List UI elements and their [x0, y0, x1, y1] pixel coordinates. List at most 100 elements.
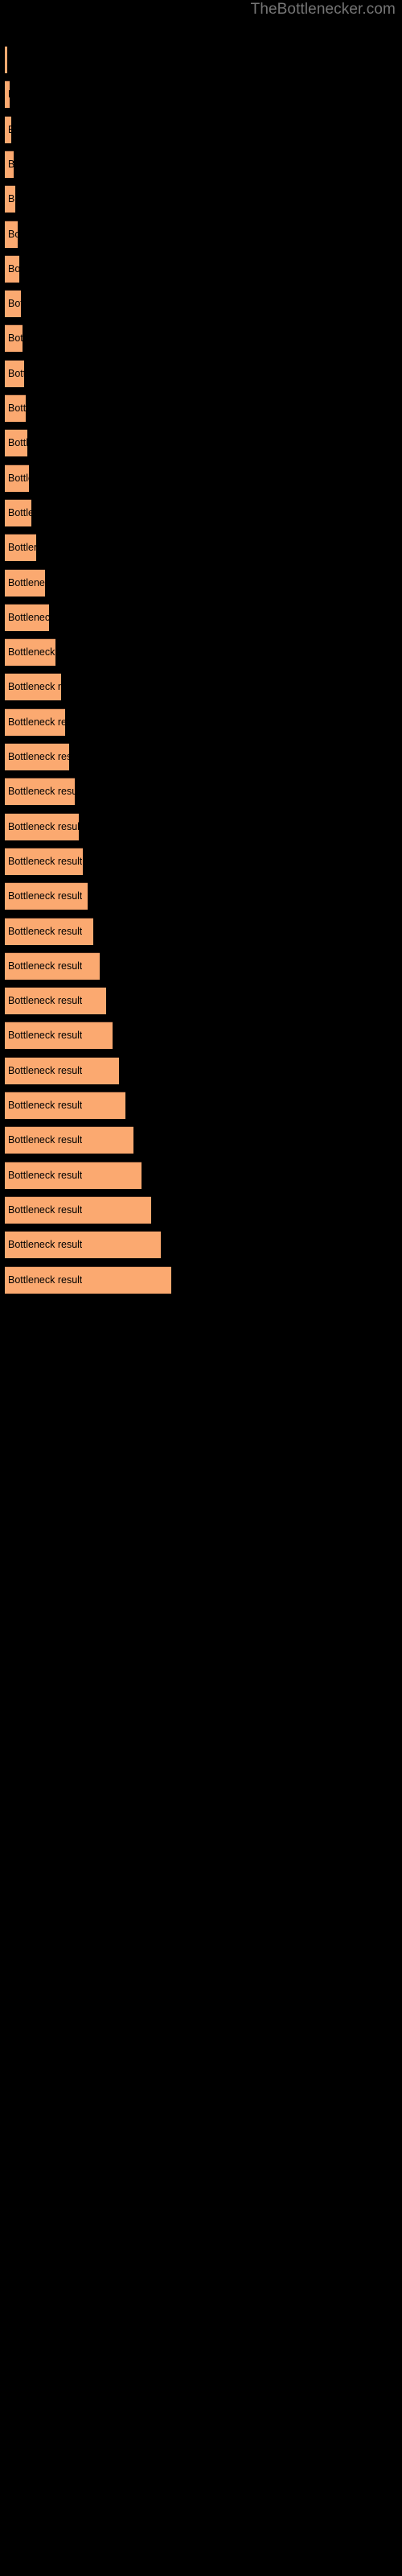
bar-row[interactable]: Bottleneck result: [0, 1126, 402, 1154]
bar-fill: [5, 1195, 151, 1224]
bar-fill: [5, 743, 69, 770]
bar[interactable]: Bottleneck result: [5, 743, 69, 770]
bar-row[interactable]: Bottleneck result: [0, 254, 402, 283]
bar[interactable]: Bottleneck result: [5, 603, 49, 631]
bar[interactable]: Bottleneck result: [5, 987, 106, 1015]
bar[interactable]: Bottleneck result: [5, 185, 15, 213]
bar-row[interactable]: Bottleneck result: [0, 638, 402, 667]
bar[interactable]: Bottleneck result: [5, 568, 45, 597]
bar[interactable]: Bottleneck result: [5, 1265, 171, 1294]
bar-fill: [5, 534, 36, 562]
bar[interactable]: Bottleneck result: [5, 498, 31, 526]
bar[interactable]: Bottleneck result: [5, 1092, 125, 1119]
bar-row[interactable]: Bottleneck result: [0, 534, 402, 562]
bar-fill: [5, 185, 15, 213]
bar[interactable]: Bottleneck result: [5, 673, 61, 701]
bar[interactable]: Bottleneck result: [5, 1161, 142, 1189]
bar-fill: [5, 987, 106, 1015]
bar-row[interactable]: Bottleneck result: [0, 324, 402, 353]
bar[interactable]: Bottleneck result: [5, 1022, 113, 1050]
bar[interactable]: Bottleneck result: [5, 812, 79, 840]
bar-fill: [5, 1231, 161, 1259]
bar[interactable]: Bottleneck result: [5, 847, 83, 875]
bar-fill: [5, 1056, 119, 1084]
bar[interactable]: Bottleneck result: [5, 1231, 161, 1259]
bar-fill: [5, 46, 7, 73]
bar-row[interactable]: Bottleneck result: [0, 46, 402, 73]
bar-row[interactable]: Bottleneck result: [0, 150, 402, 178]
bar-row[interactable]: Bottleneck result: [0, 290, 402, 318]
bar-fill: [5, 429, 27, 457]
bar[interactable]: Bottleneck result: [5, 46, 7, 73]
bar[interactable]: Bottleneck result: [5, 254, 19, 283]
bar-series: Bottleneck result Bottleneck result Bottle…: [0, 0, 402, 2576]
bar-row[interactable]: Bottleneck result: [0, 952, 402, 980]
bar-fill: [5, 638, 55, 667]
bar-row[interactable]: Bottleneck result: [0, 743, 402, 770]
bar-row[interactable]: Bottleneck result: [0, 394, 402, 422]
bar-row[interactable]: Bottleneck result: [0, 185, 402, 213]
bar-row[interactable]: Bottleneck result: [0, 568, 402, 597]
bar-fill: [5, 80, 10, 109]
bar[interactable]: Bottleneck result: [5, 115, 11, 143]
bar[interactable]: Bottleneck result: [5, 324, 23, 353]
bar[interactable]: Bottleneck result: [5, 778, 75, 806]
bar-row[interactable]: Bottleneck result: [0, 115, 402, 143]
bar[interactable]: Bottleneck result: [5, 708, 65, 736]
bar-fill: [5, 778, 75, 806]
bar[interactable]: Bottleneck result: [5, 1126, 133, 1154]
bar[interactable]: Bottleneck result: [5, 359, 24, 387]
bar-row[interactable]: Bottleneck result: [0, 1231, 402, 1259]
bar-fill: [5, 568, 45, 597]
bar-row[interactable]: Bottleneck result: [0, 1161, 402, 1189]
bar-fill: [5, 290, 21, 318]
bar-row[interactable]: Bottleneck result: [0, 847, 402, 875]
bar-row[interactable]: Bottleneck result: [0, 1056, 402, 1084]
bar[interactable]: Bottleneck result: [5, 1056, 119, 1084]
bar-row[interactable]: Bottleneck result: [0, 1092, 402, 1119]
bar-fill: [5, 882, 88, 910]
bar[interactable]: Bottleneck result: [5, 220, 18, 248]
bar-fill: [5, 498, 31, 526]
bar[interactable]: Bottleneck result: [5, 917, 93, 945]
bar-row[interactable]: Bottleneck result: [0, 80, 402, 109]
bar[interactable]: Bottleneck result: [5, 150, 14, 178]
bar-row[interactable]: Bottleneck result: [0, 603, 402, 631]
bar-fill: [5, 603, 49, 631]
bar-fill: [5, 464, 29, 492]
bar[interactable]: Bottleneck result: [5, 429, 27, 457]
bar-fill: [5, 1126, 133, 1154]
bar-row[interactable]: Bottleneck result: [0, 673, 402, 701]
bar-row[interactable]: Bottleneck result: [0, 778, 402, 806]
bar-row[interactable]: Bottleneck result: [0, 498, 402, 526]
bar-row[interactable]: Bottleneck result: [0, 708, 402, 736]
bar[interactable]: Bottleneck result: [5, 80, 10, 109]
bar-fill: [5, 150, 14, 178]
bar-row[interactable]: Bottleneck result: [0, 917, 402, 945]
bar-fill: [5, 952, 100, 980]
bar-fill: [5, 812, 79, 840]
bar-fill: [5, 1161, 142, 1189]
bar[interactable]: Bottleneck result: [5, 882, 88, 910]
bar-row[interactable]: Bottleneck result: [0, 220, 402, 248]
bar-row[interactable]: Bottleneck result: [0, 1195, 402, 1224]
bar-row[interactable]: Bottleneck result: [0, 1265, 402, 1294]
bar[interactable]: Bottleneck result: [5, 464, 29, 492]
bar-row[interactable]: Bottleneck result: [0, 464, 402, 492]
bar[interactable]: Bottleneck result: [5, 638, 55, 667]
bar-fill: [5, 1265, 171, 1294]
bar[interactable]: Bottleneck result: [5, 394, 26, 422]
chart-root: TheBottlenecker.com Bottleneck resultBot…: [0, 0, 402, 2576]
bar-row[interactable]: Bottleneck result: [0, 429, 402, 457]
bar[interactable]: Bottleneck result: [5, 290, 21, 318]
bar-row[interactable]: Bottleneck result: [0, 1022, 402, 1050]
bar-row[interactable]: Bottleneck result: [0, 987, 402, 1015]
bar[interactable]: Bottleneck result: [5, 952, 100, 980]
bar-fill: [5, 1092, 125, 1119]
bar[interactable]: Bottleneck result: [5, 1195, 151, 1224]
bar-row[interactable]: Bottleneck result: [0, 812, 402, 840]
bar-row[interactable]: Bottleneck result: [0, 882, 402, 910]
bar-row[interactable]: Bottleneck result: [0, 359, 402, 387]
bar-fill: [5, 324, 23, 353]
bar[interactable]: Bottleneck result: [5, 534, 36, 562]
